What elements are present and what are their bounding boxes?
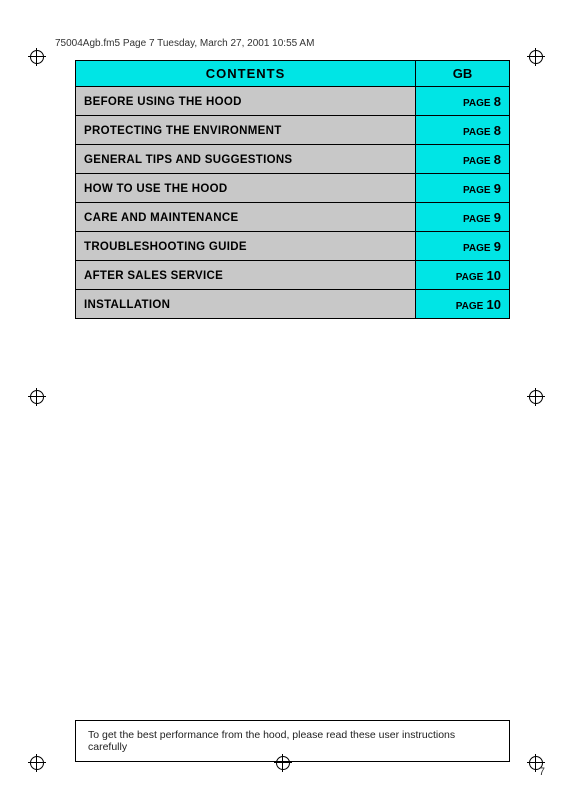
toc-row: HOW TO USE THE HOODPAGE 9 [76,174,510,203]
toc-page: PAGE 9 [416,203,510,232]
toc-page: PAGE 10 [416,261,510,290]
contents-header: CONTENTS GB [76,61,510,87]
contents-table: CONTENTS GB BEFORE USING THE HOODPAGE 8P… [75,60,510,319]
toc-row: BEFORE USING THE HOODPAGE 8 [76,87,510,116]
toc-page: PAGE 9 [416,232,510,261]
contents-title: CONTENTS [76,61,416,87]
footer-note-text: To get the best performance from the hoo… [88,729,455,753]
toc-label: GENERAL TIPS AND SUGGESTIONS [76,145,416,174]
toc-label: AFTER SALES SERVICE [76,261,416,290]
toc-row: INSTALLATIONPAGE 10 [76,290,510,319]
file-info: 75004Agb.fm5 Page 7 Tuesday, March 27, 2… [55,38,545,49]
page-number: 7 [539,766,545,778]
toc-label: CARE AND MAINTENANCE [76,203,416,232]
toc-page: PAGE 8 [416,145,510,174]
reg-mark-mid-left [28,388,46,406]
reg-mark-top-left [28,48,46,66]
toc-row: AFTER SALES SERVICEPAGE 10 [76,261,510,290]
toc-page: PAGE 9 [416,174,510,203]
toc-label: BEFORE USING THE HOOD [76,87,416,116]
toc-label: TROUBLESHOOTING GUIDE [76,232,416,261]
toc-page: PAGE 8 [416,87,510,116]
reg-mark-mid-right [527,388,545,406]
toc-row: TROUBLESHOOTING GUIDEPAGE 9 [76,232,510,261]
page-content: CONTENTS GB BEFORE USING THE HOODPAGE 8P… [75,60,510,720]
toc-row: GENERAL TIPS AND SUGGESTIONSPAGE 8 [76,145,510,174]
toc-label: HOW TO USE THE HOOD [76,174,416,203]
reg-mark-bottom-left [28,754,46,772]
toc-label: PROTECTING THE ENVIRONMENT [76,116,416,145]
contents-gb: GB [416,61,510,87]
toc-page: PAGE 8 [416,116,510,145]
footer-note: To get the best performance from the hoo… [75,720,510,762]
toc-row: PROTECTING THE ENVIRONMENTPAGE 8 [76,116,510,145]
toc-page: PAGE 10 [416,290,510,319]
reg-mark-top-right [527,48,545,66]
toc-label: INSTALLATION [76,290,416,319]
toc-row: CARE AND MAINTENANCEPAGE 9 [76,203,510,232]
